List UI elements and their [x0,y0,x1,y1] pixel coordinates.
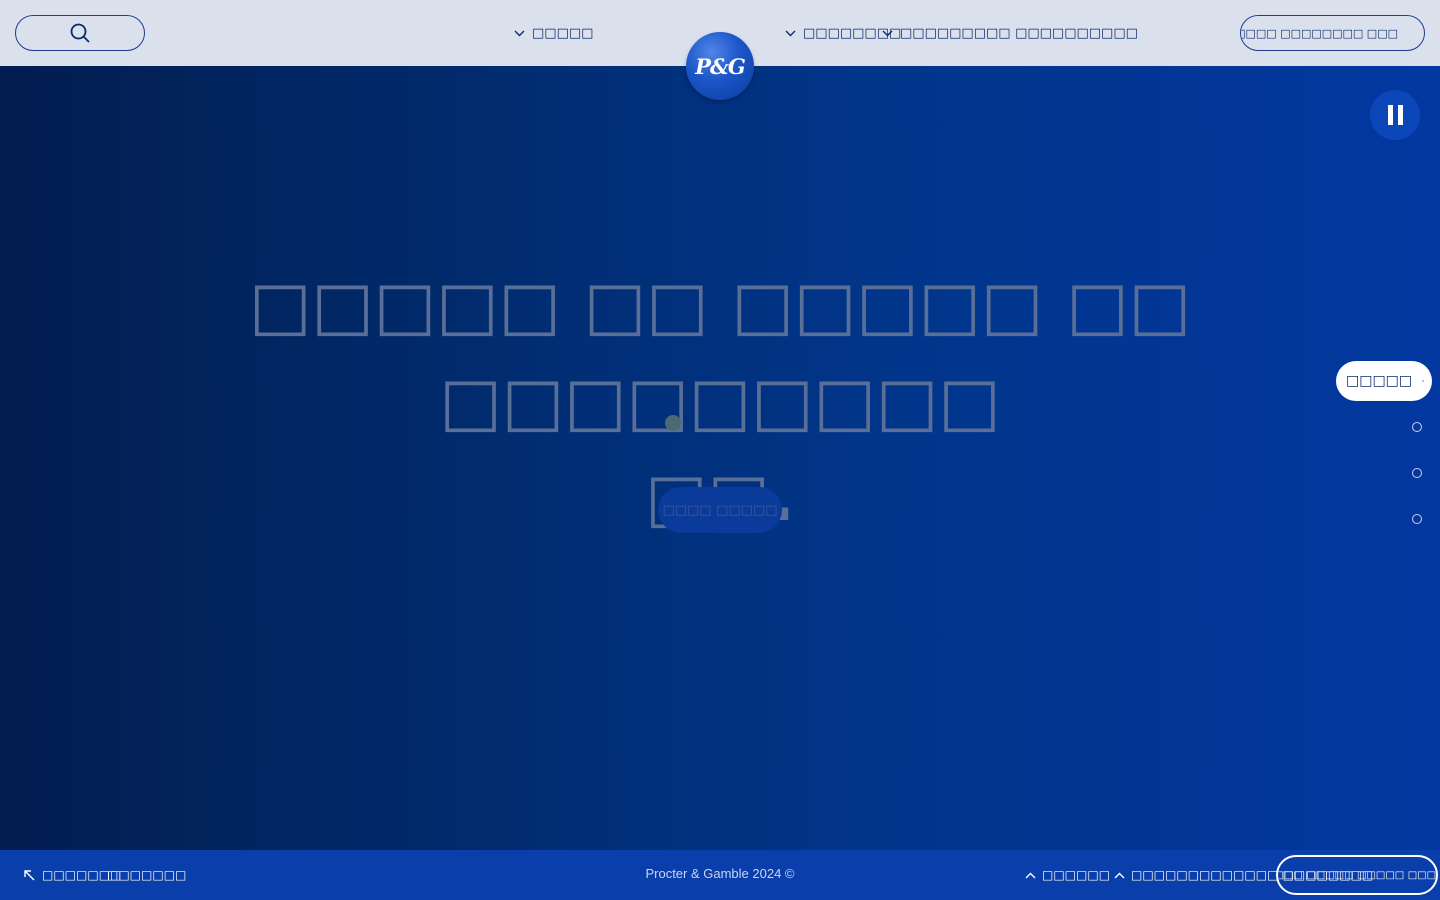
footer-menu-label: □□□□□□ [1042,868,1111,882]
hero-headline-line-1: □□□□□ □□ □□□□□ □□ □□□□□□□□□ [249,267,1191,440]
pg-logo[interactable]: P&G [686,32,754,100]
footer-action-button[interactable]: □□□□□□□□ □□□□□ □□□□□ □□□ □□□□□ [1276,855,1438,895]
language-label: □□□□□□□ □□□□□□□□ □□□ [1241,26,1398,40]
slide-indicator-2[interactable] [1412,422,1422,432]
site-footer: □□□□□□□ □□□□□□□ Procter & Gamble 2024 © … [0,850,1440,900]
nav-item-label: □□□□□ [532,25,594,41]
nav-item-label: □□□□□□□□□ □□□□□□□□□□ [900,25,1138,41]
external-link-icon [24,870,35,881]
headline-dot [665,415,681,431]
hero-cta-button[interactable]: □□□□ □□□□□ [658,487,782,533]
chevron-down-icon [514,30,525,36]
slide-indicator-4[interactable] [1412,514,1422,524]
chevron-up-icon [1114,872,1125,878]
copyright-text: Procter & Gamble 2024 © [645,866,795,881]
footer-link-2[interactable]: □□□□□□□ [107,866,186,884]
language-selector-button[interactable]: □□□□□□□ □□□□□□□□ □□□ [1240,15,1425,51]
search-icon [70,23,90,43]
radio-selected-icon [1422,380,1424,382]
chevron-down-icon [882,30,893,36]
nav-item-3[interactable]: □□□□□□□□□ □□□□□□□□□□ [882,23,1138,43]
chevron-up-icon [1025,872,1036,878]
footer-link-label: □□□□□□□ [107,868,187,882]
search-button[interactable] [15,15,145,51]
pause-icon [1387,105,1393,125]
nav-item-1[interactable]: □□□□□ [514,23,593,43]
pause-icon-bar [1397,105,1403,125]
slide-active-label: □□□□□ [1346,373,1413,389]
slide-indicator-active[interactable]: □□□□□ [1336,361,1432,401]
slide-indicator-3[interactable] [1412,468,1422,478]
logo-text: P&G [695,53,746,79]
footer-menu-1[interactable]: □□□□□□ [1025,866,1110,884]
chevron-down-icon [785,30,796,36]
pause-button[interactable] [1370,90,1420,140]
